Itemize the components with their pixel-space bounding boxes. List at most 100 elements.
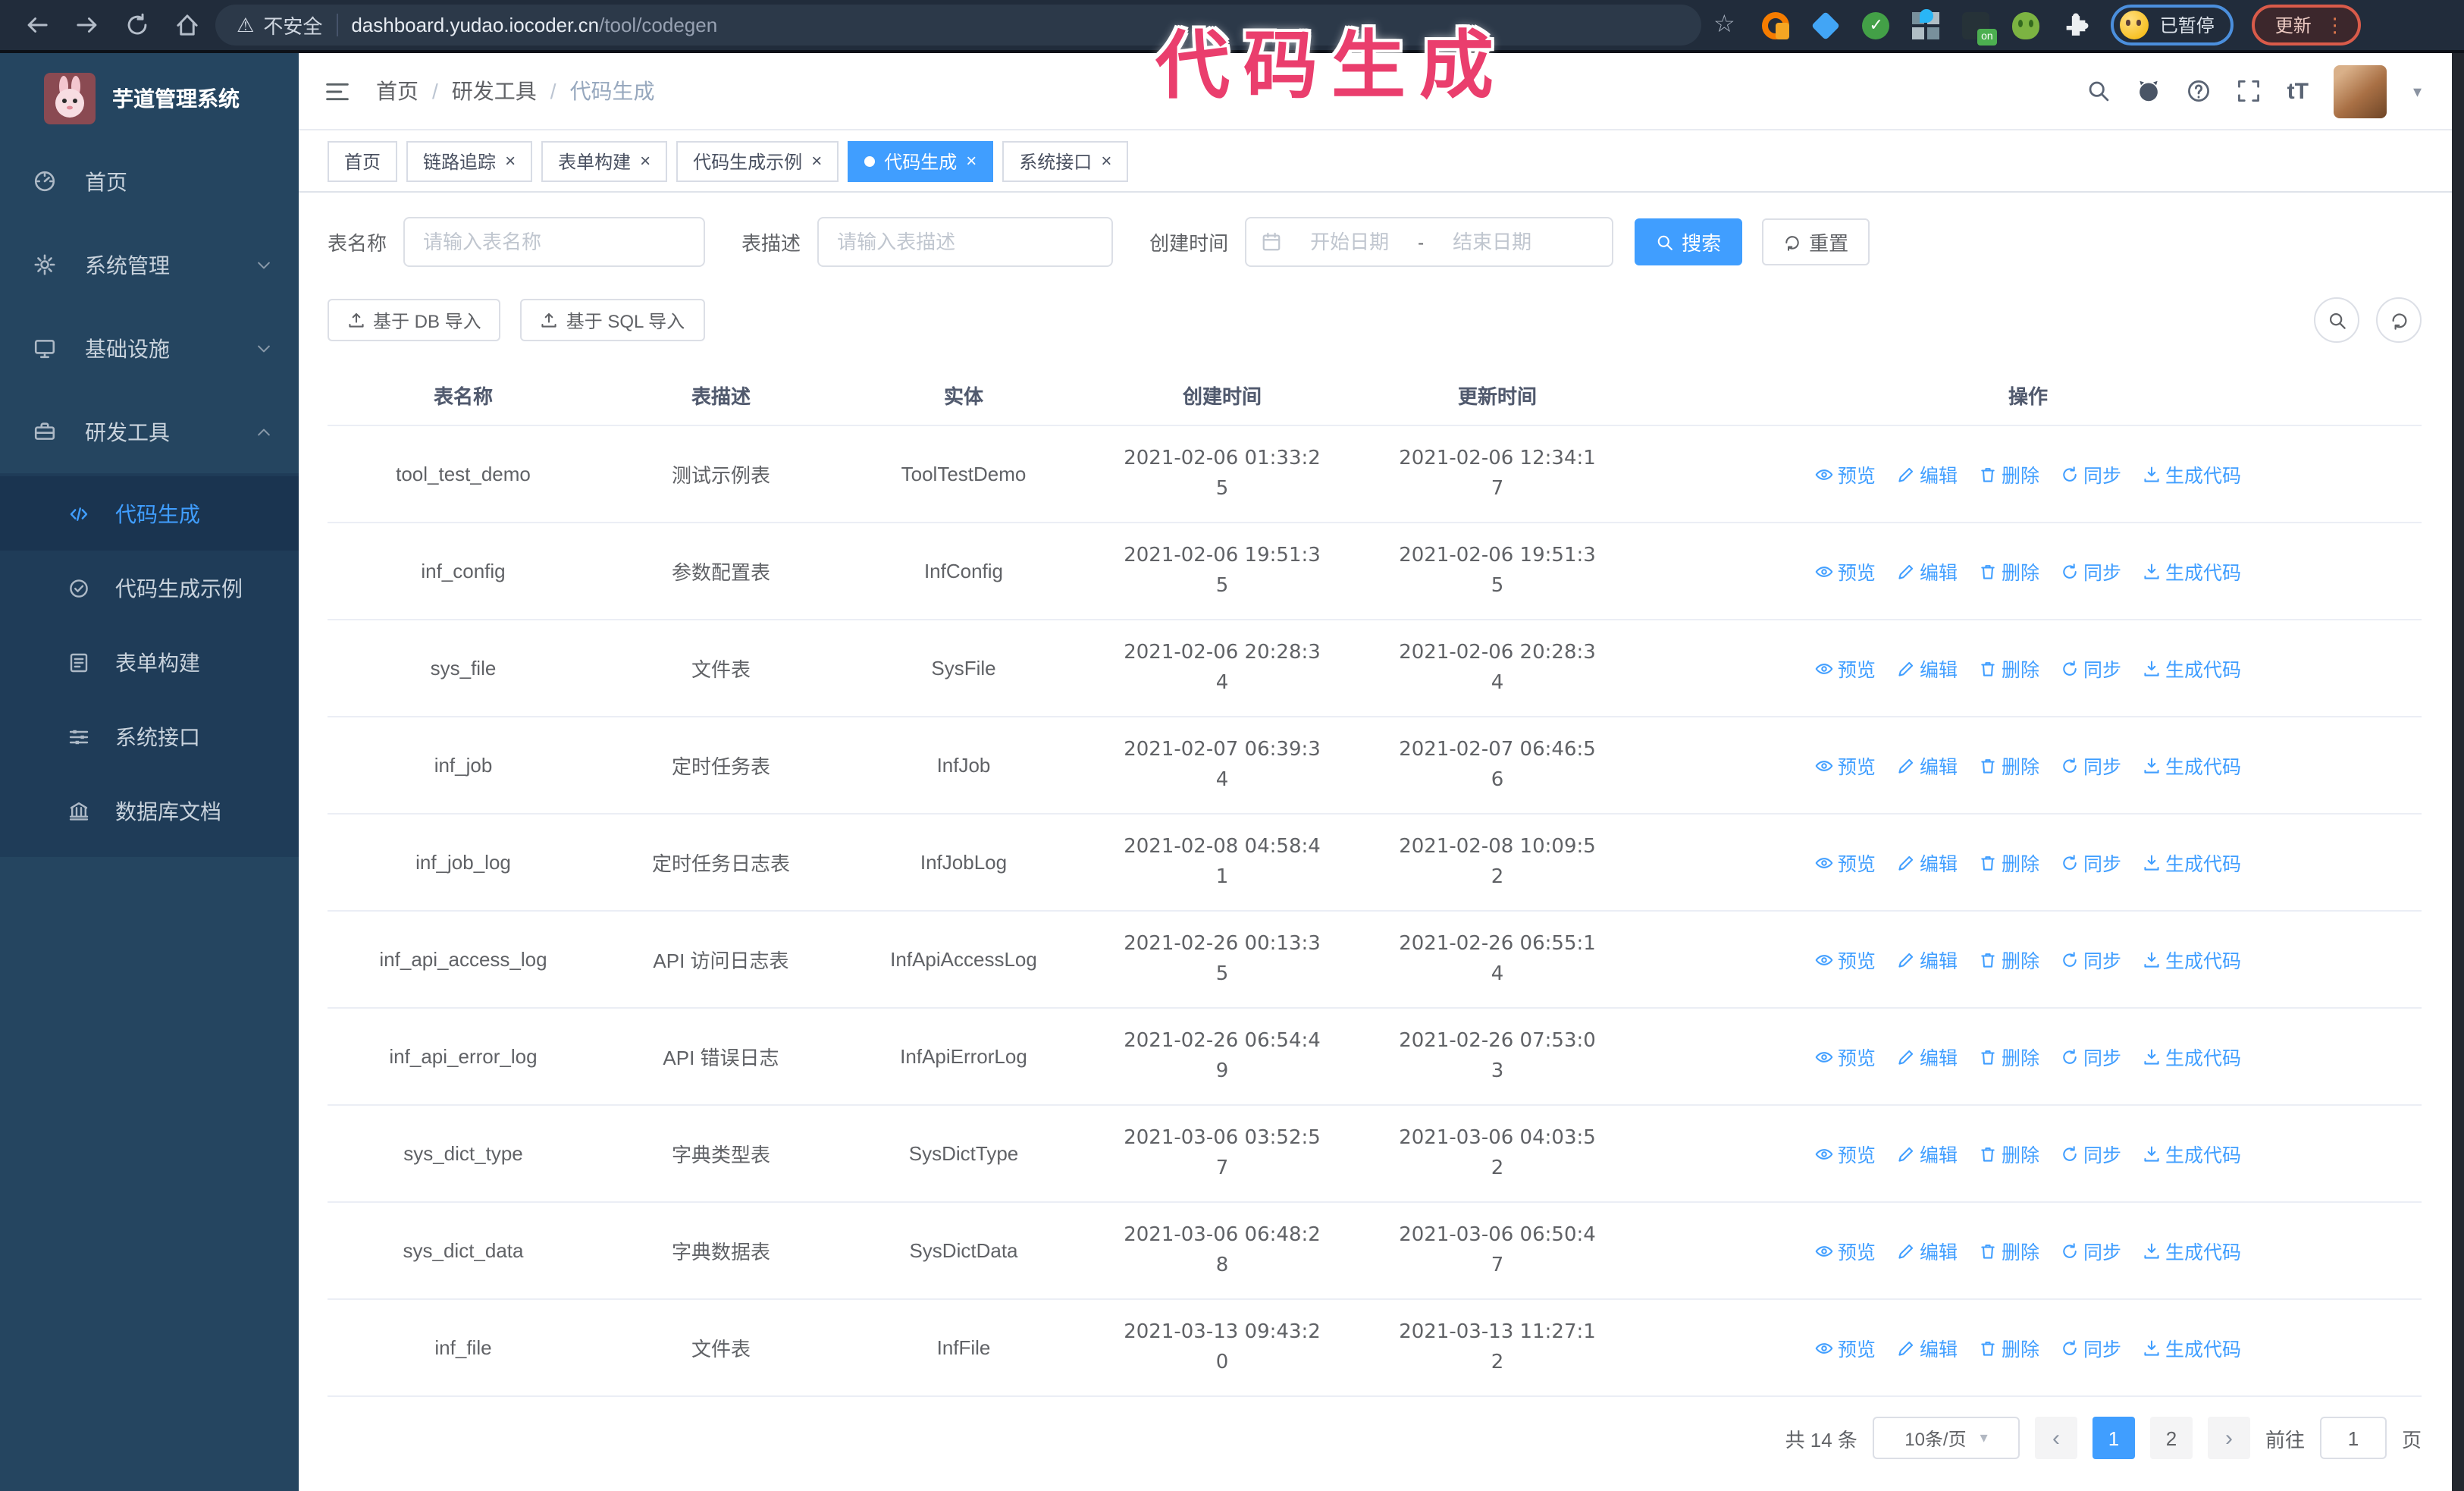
generate-code-link[interactable]: 生成代码 [2143, 557, 2241, 585]
generate-code-link[interactable]: 生成代码 [2143, 1236, 2241, 1265]
menu-toggle-icon[interactable] [324, 78, 350, 104]
user-avatar[interactable] [2334, 64, 2387, 118]
preview-link[interactable]: 预览 [1815, 1333, 1876, 1362]
sidebar-subitem-codegen[interactable]: 代码生成 [0, 476, 299, 551]
sync-link[interactable]: 同步 [2061, 460, 2121, 488]
sync-link[interactable]: 同步 [2061, 1333, 2121, 1362]
tab-close-icon[interactable]: × [811, 152, 822, 170]
edit-link[interactable]: 编辑 [1897, 460, 1958, 488]
preview-link[interactable]: 预览 [1815, 1139, 1876, 1168]
goto-page-input[interactable] [2319, 1417, 2387, 1459]
delete-link[interactable]: 删除 [1979, 460, 2039, 488]
edit-link[interactable]: 编辑 [1897, 945, 1958, 974]
generate-code-link[interactable]: 生成代码 [2143, 1333, 2241, 1362]
edit-link[interactable]: 编辑 [1897, 557, 1958, 585]
generate-code-link[interactable]: 生成代码 [2143, 848, 2241, 877]
font-size-icon[interactable]: tT [2287, 78, 2309, 104]
github-icon[interactable] [2137, 79, 2161, 103]
page-size-select[interactable]: 10条/页 ▾ [1872, 1417, 2020, 1459]
delete-link[interactable]: 删除 [1979, 751, 2039, 780]
sidebar-subitem-system-api[interactable]: 系统接口 [0, 699, 299, 774]
preview-link[interactable]: 预览 [1815, 1236, 1876, 1265]
generate-code-link[interactable]: 生成代码 [2143, 460, 2241, 488]
page-button-1[interactable]: 1 [2092, 1417, 2135, 1459]
delete-link[interactable]: 删除 [1979, 945, 2039, 974]
generate-code-link[interactable]: 生成代码 [2143, 751, 2241, 780]
tab-close-icon[interactable]: × [640, 152, 650, 170]
tab-tracing[interactable]: 链路追踪 × [406, 140, 533, 181]
delete-link[interactable]: 删除 [1979, 1042, 2039, 1071]
browser-forward-icon[interactable] [74, 12, 100, 38]
browser-home-icon[interactable] [174, 12, 200, 38]
sync-link[interactable]: 同步 [2061, 654, 2121, 683]
extension-grid-icon[interactable] [1912, 8, 1940, 39]
delete-link[interactable]: 删除 [1979, 654, 2039, 683]
date-start-input[interactable] [1290, 229, 1409, 255]
help-icon[interactable] [2187, 79, 2212, 103]
sync-link[interactable]: 同步 [2061, 1236, 2121, 1265]
edit-link[interactable]: 编辑 [1897, 1042, 1958, 1071]
preview-link[interactable]: 预览 [1815, 654, 1876, 683]
delete-link[interactable]: 删除 [1979, 1236, 2039, 1265]
table-desc-input[interactable] [817, 217, 1114, 267]
next-page-button[interactable]: › [2207, 1417, 2250, 1459]
edit-link[interactable]: 编辑 [1897, 751, 1958, 780]
table-name-input[interactable] [403, 217, 706, 267]
avatar-caret-icon[interactable]: ▾ [2413, 81, 2422, 101]
sidebar-item-home[interactable]: 首页 [0, 140, 299, 223]
browser-update-button[interactable]: 更新 ⋮ [2252, 5, 2362, 46]
extensions-puzzle-icon[interactable] [2063, 11, 2090, 39]
preview-link[interactable]: 预览 [1815, 460, 1876, 488]
import-db-button[interactable]: 基于 DB 导入 [328, 299, 501, 341]
browser-reload-icon[interactable] [124, 12, 150, 38]
browser-back-icon[interactable] [24, 12, 50, 38]
generate-code-link[interactable]: 生成代码 [2143, 1042, 2241, 1071]
sidebar-subitem-codegen-demo[interactable]: 代码生成示例 [0, 551, 299, 625]
delete-link[interactable]: 删除 [1979, 1333, 2039, 1362]
preview-link[interactable]: 预览 [1815, 557, 1876, 585]
sync-link[interactable]: 同步 [2061, 848, 2121, 877]
tab-codegen[interactable]: 代码生成 × [848, 140, 994, 181]
search-icon[interactable] [2087, 79, 2111, 103]
import-sql-button[interactable]: 基于 SQL 导入 [520, 299, 705, 341]
sidebar-item-infra[interactable]: 基础设施 [0, 306, 299, 390]
breadcrumb-item-devtools[interactable]: 研发工具 [452, 76, 537, 106]
preview-link[interactable]: 预览 [1815, 945, 1876, 974]
sync-link[interactable]: 同步 [2061, 557, 2121, 585]
tab-form-builder[interactable]: 表单构建 × [541, 140, 668, 181]
hide-search-button[interactable] [2314, 297, 2359, 343]
edit-link[interactable]: 编辑 [1897, 848, 1958, 877]
security-warning[interactable]: ⚠ 不安全 [237, 11, 322, 39]
edit-link[interactable]: 编辑 [1897, 654, 1958, 683]
delete-link[interactable]: 删除 [1979, 848, 2039, 877]
browser-menu-kebab-icon[interactable]: ⋮ [2325, 15, 2345, 35]
page-button-2[interactable]: 2 [2149, 1417, 2193, 1459]
scrollbar-track[interactable] [2452, 53, 2464, 1491]
sync-link[interactable]: 同步 [2061, 1139, 2121, 1168]
sidebar-subitem-db-doc[interactable]: 数据库文档 [0, 774, 299, 848]
refresh-table-button[interactable] [2376, 297, 2422, 343]
date-end-input[interactable] [1433, 229, 1552, 255]
date-range-picker[interactable]: - [1245, 217, 1614, 267]
reset-button[interactable]: 重置 [1762, 218, 1870, 265]
extension-on-icon[interactable]: on [1962, 11, 1998, 45]
delete-link[interactable]: 删除 [1979, 1139, 2039, 1168]
generate-code-link[interactable]: 生成代码 [2143, 654, 2241, 683]
breadcrumb-item-home[interactable]: 首页 [376, 76, 419, 106]
edit-link[interactable]: 编辑 [1897, 1139, 1958, 1168]
generate-code-link[interactable]: 生成代码 [2143, 1139, 2241, 1168]
edit-link[interactable]: 编辑 [1897, 1236, 1958, 1265]
extension-check-icon[interactable]: ✓ [1862, 11, 1890, 39]
tab-codegen-demo[interactable]: 代码生成示例 × [676, 140, 839, 181]
tab-close-icon[interactable]: × [505, 152, 516, 170]
sidebar-subitem-form-builder[interactable]: 表单构建 [0, 625, 299, 699]
edit-link[interactable]: 编辑 [1897, 1333, 1958, 1362]
sync-link[interactable]: 同步 [2061, 751, 2121, 780]
tab-home[interactable]: 首页 [328, 140, 398, 181]
search-button[interactable]: 搜索 [1635, 218, 1743, 265]
generate-code-link[interactable]: 生成代码 [2143, 945, 2241, 974]
preview-link[interactable]: 预览 [1815, 751, 1876, 780]
extension-gem-icon[interactable] [1811, 10, 1841, 40]
extension-orange-icon[interactable] [1762, 11, 1790, 39]
browser-profile-chip[interactable]: 已暂停 [2111, 5, 2234, 46]
